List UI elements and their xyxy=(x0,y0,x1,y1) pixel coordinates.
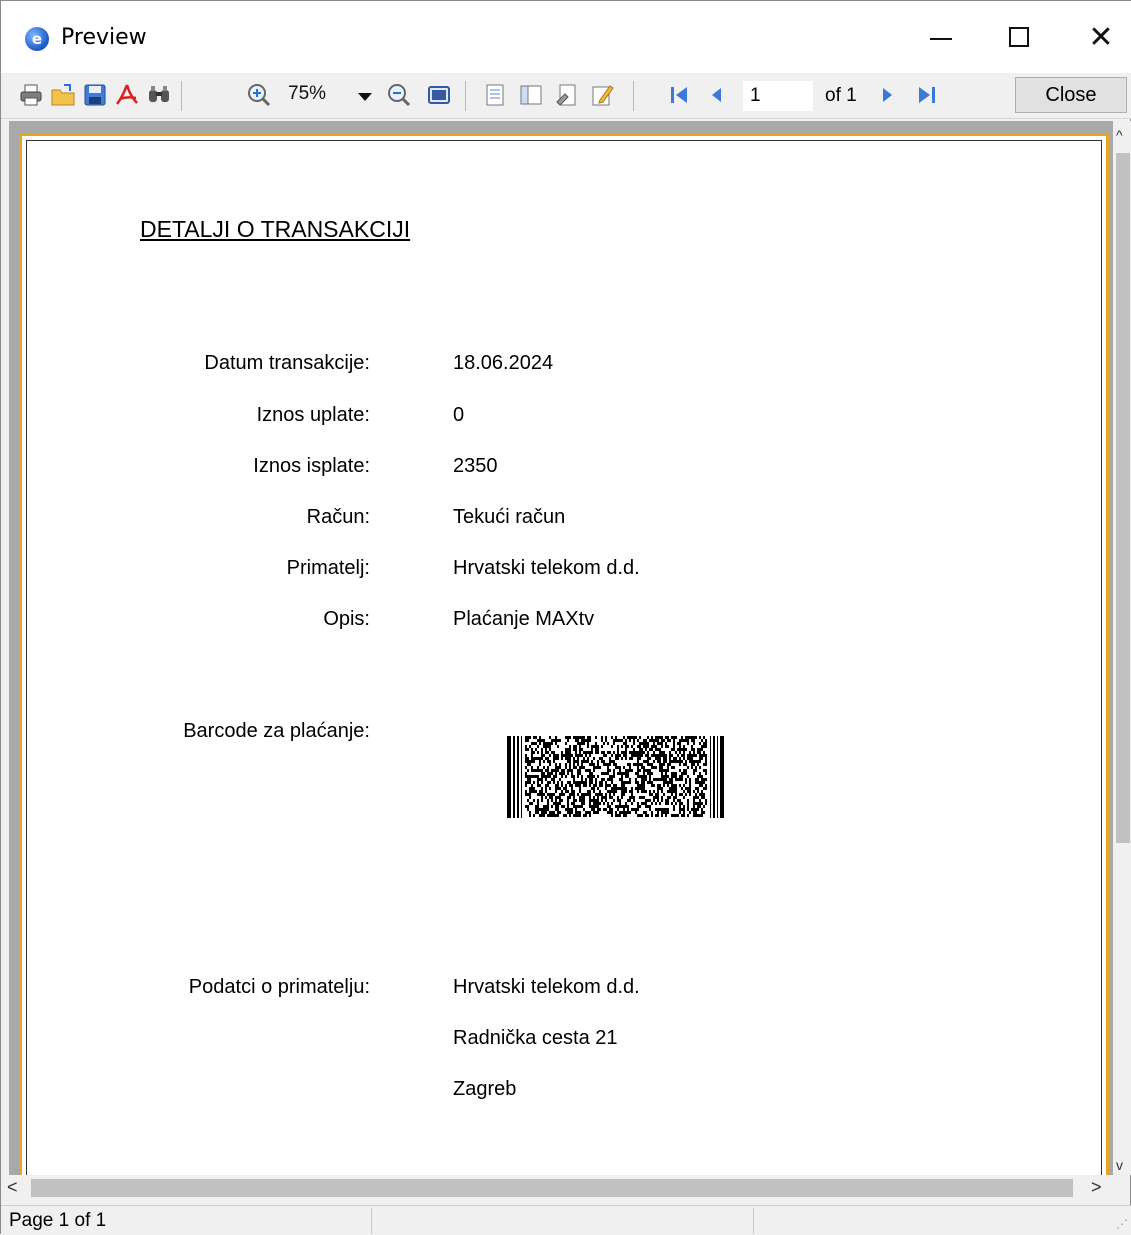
chevron-down-icon xyxy=(358,93,372,101)
thumbnails-button[interactable] xyxy=(481,81,509,109)
page-view-button[interactable] xyxy=(425,81,453,109)
field-label-description: Opis: xyxy=(323,608,370,630)
toolbar-separator xyxy=(181,81,182,111)
scroll-down-icon[interactable]: v xyxy=(1116,1157,1123,1173)
status-page-text: Page 1 of 1 xyxy=(9,1210,107,1231)
app-icon: e xyxy=(25,27,49,51)
toolbar-separator xyxy=(633,81,634,111)
vertical-scrollbar[interactable]: ^ v xyxy=(1113,121,1131,1175)
save-button[interactable] xyxy=(81,81,109,109)
status-bar: Page 1 of 1 ⋰ xyxy=(1,1205,1131,1235)
status-separator xyxy=(753,1208,754,1234)
minimize-button[interactable] xyxy=(913,13,969,61)
close-icon: ✕ xyxy=(1088,19,1114,55)
report-page: DETALJI O TRANSAKCIJI Datum transakcije:… xyxy=(19,133,1109,1175)
save-icon xyxy=(84,84,106,106)
field-value-recipient: Hrvatski telekom d.d. xyxy=(453,557,640,579)
toolbar: 75% 1 of 1 xyxy=(1,73,1131,119)
window-close-button[interactable]: ✕ xyxy=(1073,13,1129,61)
zoom-select[interactable]: 75% xyxy=(288,83,378,109)
scroll-left-icon[interactable]: < xyxy=(7,1177,18,1198)
field-label-deposit: Iznos uplate: xyxy=(256,404,370,426)
window-title: Preview xyxy=(61,25,147,50)
close-button[interactable]: Close xyxy=(1015,77,1127,113)
field-value-description: Plaćanje MAXtv xyxy=(453,608,595,630)
prev-page-button[interactable] xyxy=(703,81,731,109)
open-icon xyxy=(51,84,75,106)
horizontal-scrollbar[interactable]: < > xyxy=(1,1175,1113,1201)
find-icon xyxy=(149,86,169,102)
maximize-button[interactable] xyxy=(991,13,1047,61)
vertical-scroll-thumb[interactable] xyxy=(1116,153,1130,843)
horizontal-scroll-thumb[interactable] xyxy=(31,1179,1073,1197)
title-bar: e Preview ✕ xyxy=(1,1,1131,73)
last-page-icon xyxy=(919,87,935,103)
first-page-icon xyxy=(671,87,687,103)
print-button[interactable] xyxy=(17,81,45,109)
next-page-button[interactable] xyxy=(873,81,901,109)
recipient-street: Radnička cesta 21 xyxy=(453,1027,618,1049)
edit-button[interactable] xyxy=(589,81,617,109)
zoom-in-button[interactable] xyxy=(245,81,273,109)
page-border xyxy=(26,140,1102,1175)
find-button[interactable] xyxy=(145,81,173,109)
document-title: DETALJI O TRANSAKCIJI xyxy=(140,216,411,242)
open-button[interactable] xyxy=(49,81,77,109)
maximize-icon xyxy=(1009,27,1029,47)
resize-grip-icon[interactable]: ⋰ xyxy=(1116,1217,1128,1231)
field-label-date: Datum transakcije: xyxy=(204,352,370,374)
page-view-icon xyxy=(428,86,450,104)
zoom-out-button[interactable] xyxy=(385,81,413,109)
recipient-details-label: Podatci o primatelju: xyxy=(188,976,370,998)
edit-icon xyxy=(592,85,614,106)
export-pdf-button[interactable] xyxy=(113,81,141,109)
pdf-icon xyxy=(116,84,138,105)
last-page-button[interactable] xyxy=(913,81,941,109)
field-value-withdrawal: 2350 xyxy=(453,455,498,477)
field-label-recipient: Primatelj: xyxy=(286,557,370,579)
field-value-date: 18.06.2024 xyxy=(453,352,554,374)
zoom-out-icon xyxy=(388,84,411,107)
recipient-city: Zagreb xyxy=(453,1078,517,1100)
field-label-withdrawal: Iznos isplate: xyxy=(253,455,370,477)
preview-area[interactable]: DETALJI O TRANSAKCIJI Datum transakcije:… xyxy=(9,121,1117,1175)
status-separator xyxy=(371,1208,372,1234)
zoom-value: 75% xyxy=(288,83,327,104)
recipient-name: Hrvatski telekom d.d. xyxy=(453,976,640,998)
thumbnails-icon xyxy=(486,84,504,106)
print-icon xyxy=(20,84,42,106)
barcode-label: Barcode za plaćanje: xyxy=(183,720,370,742)
toolbar-separator xyxy=(465,81,466,111)
scroll-right-icon[interactable]: > xyxy=(1091,1177,1102,1198)
minimize-icon xyxy=(930,38,952,40)
page-setup-button[interactable] xyxy=(553,81,581,109)
preview-window: e Preview ✕ 75% 1 of 1 Close DETALJI O T… xyxy=(0,0,1131,1235)
field-label-account: Račun: xyxy=(306,506,370,528)
scroll-up-icon[interactable]: ^ xyxy=(1116,127,1123,143)
page-setup-icon xyxy=(556,84,576,106)
outline-button[interactable] xyxy=(517,81,545,109)
payment-barcode xyxy=(507,736,724,818)
prev-page-icon xyxy=(712,88,721,102)
zoom-in-icon xyxy=(248,84,271,107)
outline-icon xyxy=(520,85,542,105)
field-value-deposit: 0 xyxy=(453,404,465,426)
page-count-label: of 1 xyxy=(825,85,857,106)
field-value-account: Tekući račun xyxy=(453,506,566,528)
page-number-input[interactable] xyxy=(743,81,813,111)
next-page-icon xyxy=(883,88,892,102)
first-page-button[interactable] xyxy=(665,81,693,109)
